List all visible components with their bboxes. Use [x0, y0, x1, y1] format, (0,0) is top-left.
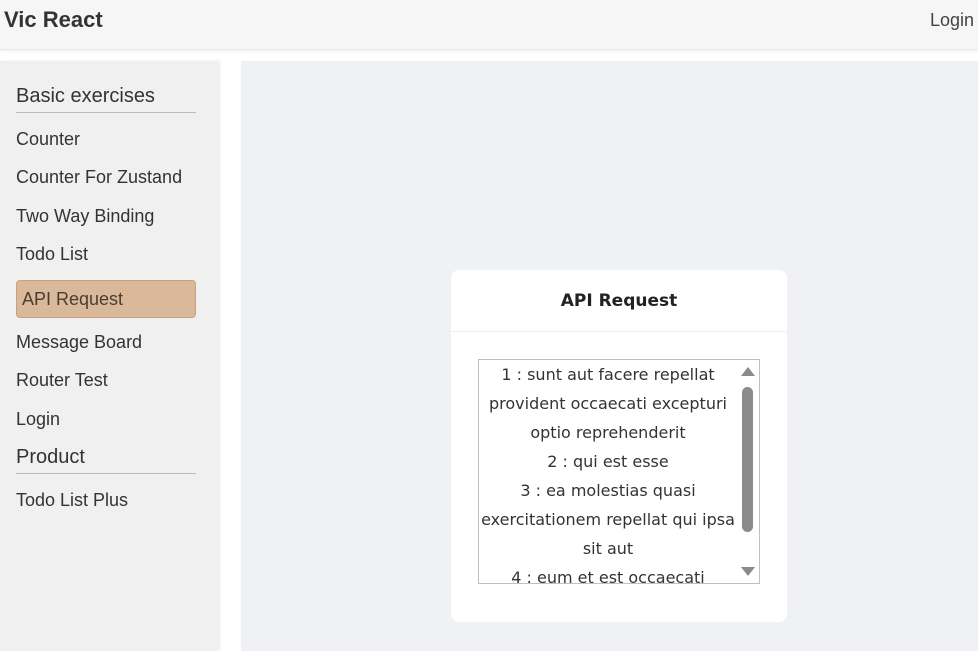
main-content: API Request 1 : sunt aut facere repellat… — [241, 61, 978, 651]
sidebar-item-counter-for-zustand[interactable]: Counter For Zustand — [16, 166, 196, 188]
sidebar-item-counter[interactable]: Counter — [16, 128, 196, 150]
sidebar-item-two-way-binding[interactable]: Two Way Binding — [16, 205, 196, 227]
scroll-thumb[interactable] — [742, 387, 753, 532]
sidebar-item-api-request[interactable]: API Request — [16, 280, 196, 318]
list-item: 2 : qui est esse — [547, 452, 669, 471]
card-title: API Request — [451, 270, 787, 332]
scroll-up-arrow-icon[interactable] — [741, 367, 755, 376]
top-nav-bar: Vic React Login — [0, 0, 978, 50]
sidebar-item-message-board[interactable]: Message Board — [16, 331, 196, 353]
app-brand[interactable]: Vic React — [4, 7, 103, 33]
sidebar-section-basic-exercises: Basic exercises — [16, 85, 196, 113]
list-item: 4 : eum et est occaecati — [511, 568, 705, 584]
sidebar-section-product: Product — [16, 446, 196, 474]
api-result-listbox[interactable]: 1 : sunt aut facere repellat provident o… — [478, 359, 760, 584]
sidebar-item-todo-list-plus[interactable]: Todo List Plus — [16, 489, 196, 511]
sidebar-item-todo-list[interactable]: Todo List — [16, 243, 196, 265]
header-login-link[interactable]: Login — [930, 10, 974, 31]
sidebar-item-router-test[interactable]: Router Test — [16, 369, 196, 391]
sidebar-item-login[interactable]: Login — [16, 408, 196, 430]
list-item: 3 : ea molestias quasi exercitationem re… — [481, 481, 735, 558]
api-request-card: API Request 1 : sunt aut facere repellat… — [451, 270, 787, 622]
sidebar: Basic exercises Counter Counter For Zust… — [0, 61, 219, 651]
scroll-down-arrow-icon[interactable] — [741, 567, 755, 576]
list-item: 1 : sunt aut facere repellat provident o… — [488, 365, 727, 442]
list-scrollbar[interactable] — [737, 360, 759, 583]
api-result-list: 1 : sunt aut facere repellat provident o… — [479, 360, 737, 584]
